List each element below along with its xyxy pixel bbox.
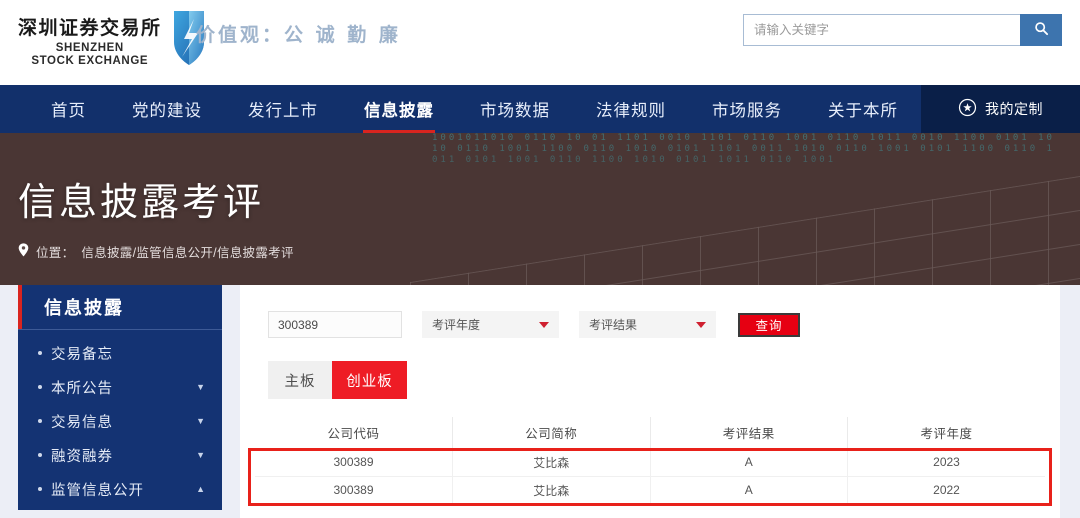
banner-content: 信息披露考评 位置： 信息披露/监管信息公开/信息披露考评	[18, 171, 294, 261]
table-body: 300389 艾比森 A 2023 300389 艾比森 A 2022	[255, 448, 1045, 505]
chevron-down-icon[interactable]: ▼	[196, 416, 206, 426]
chevron-down-icon	[539, 321, 549, 328]
location-pin-icon	[18, 243, 29, 260]
sidebar: 信息披露 交易备忘 本所公告 ▼ 交易信息 ▼ 融资融券 ▼ 监管信息公开 ▲	[18, 285, 222, 510]
my-customization-button[interactable]: 我的定制	[921, 85, 1080, 133]
column-header-company-code: 公司代码	[255, 417, 453, 449]
column-header-company-name: 公司简称	[452, 417, 651, 449]
nav-item-about-us[interactable]: 关于本所	[805, 85, 921, 133]
sidebar-item-trading-information[interactable]: 交易信息 ▼	[18, 404, 222, 438]
column-header-evaluation-year: 考评年度	[847, 417, 1045, 449]
nav-item-information-disclosure[interactable]: 信息披露	[341, 85, 457, 133]
results-table: 公司代码 公司简称 考评结果 考评年度 300389 艾比森 A 2023 30…	[255, 417, 1045, 505]
search-button[interactable]	[1020, 14, 1062, 46]
logo-title-en-line2: STOCK EXCHANGE	[31, 55, 149, 67]
table-row[interactable]: 300389 艾比森 A 2023	[255, 448, 1045, 477]
sidebar-item-list: 交易备忘 本所公告 ▼ 交易信息 ▼ 融资融券 ▼ 监管信息公开 ▲	[18, 330, 222, 510]
breadcrumb-path[interactable]: 信息披露/监管信息公开/信息披露考评	[81, 242, 293, 261]
main-navigation: 首页 党的建设 发行上市 信息披露 市场数据 法律规则 市场服务 关于本所 我的…	[0, 85, 1080, 133]
sidebar-item-label: 交易备忘	[51, 346, 113, 363]
brand-slogan: 价值观：公 诚 勤 廉	[196, 24, 401, 46]
cell-evaluation-year: 2023	[847, 448, 1045, 477]
sidebar-title: 信息披露	[18, 285, 222, 330]
breadcrumb-prefix: 位置：	[36, 246, 75, 260]
page-title: 信息披露考评	[18, 182, 265, 224]
nav-item-label: 党的建设	[132, 102, 202, 120]
nav-item-label: 市场数据	[480, 102, 550, 120]
bullet-icon	[38, 385, 42, 389]
nav-item-party-building[interactable]: 党的建设	[109, 85, 225, 133]
site-logo[interactable]: 深圳证券交易所 SHENZHEN STOCK EXCHANGE	[18, 11, 210, 68]
site-search[interactable]	[743, 14, 1062, 46]
logo-title-cn: 深圳证券交易所	[18, 18, 162, 39]
evaluation-result-select[interactable]: 考评结果	[579, 311, 716, 338]
sidebar-item-label: 交易信息	[51, 414, 113, 431]
table-header-row: 公司代码 公司简称 考评结果 考评年度	[255, 417, 1045, 449]
nav-item-market-services[interactable]: 市场服务	[689, 85, 805, 133]
nav-item-label: 首页	[51, 102, 86, 120]
column-header-evaluation-result: 考评结果	[650, 417, 848, 449]
cell-company-code: 300389	[255, 476, 453, 505]
page-body: 信息披露 交易备忘 本所公告 ▼ 交易信息 ▼ 融资融券 ▼ 监管信息公开 ▲ …	[0, 285, 1080, 518]
nav-item-home[interactable]: 首页	[28, 85, 109, 133]
chevron-down-icon[interactable]: ▼	[196, 450, 206, 460]
table-header: 公司代码 公司简称 考评结果 考评年度	[255, 417, 1045, 449]
search-icon	[1034, 21, 1049, 39]
nav-item-label: 发行上市	[248, 102, 318, 120]
nav-item-label: 市场服务	[712, 102, 782, 120]
cell-evaluation-year: 2022	[847, 476, 1045, 505]
sidebar-item-label: 融资融券	[51, 448, 113, 465]
breadcrumb: 位置： 信息披露/监管信息公开/信息披露考评	[18, 242, 294, 261]
cell-company-name: 艾比森	[452, 476, 651, 505]
filter-bar: 考评年度 考评结果 查询	[240, 285, 1060, 338]
nav-item-legal-rules[interactable]: 法律规则	[573, 85, 689, 133]
logo-text: 深圳证券交易所 SHENZHEN STOCK EXCHANGE	[18, 13, 162, 68]
nav-item-list: 首页 党的建设 发行上市 信息披露 市场数据 法律规则 市场服务 关于本所	[0, 85, 921, 133]
evaluation-result-select-label: 考评结果	[589, 318, 638, 332]
query-button[interactable]: 查询	[738, 312, 800, 337]
content-card: 考评年度 考评结果 查询 主板 创业板 公司代码 公司简称 考评结果 考	[240, 285, 1060, 518]
evaluation-year-select[interactable]: 考评年度	[422, 311, 559, 338]
tab-main-board[interactable]: 主板	[268, 361, 332, 399]
sidebar-item-trading-memo[interactable]: 交易备忘	[18, 336, 222, 370]
bullet-icon	[38, 419, 42, 423]
nav-item-label: 信息披露	[364, 102, 434, 120]
evaluation-year-select-label: 考评年度	[432, 318, 481, 332]
sidebar-item-label: 监管信息公开	[51, 482, 144, 499]
site-header: 深圳证券交易所 SHENZHEN STOCK EXCHANGE 价值观：公 诚 …	[0, 0, 1080, 85]
search-input[interactable]	[744, 15, 1020, 45]
logo-title-en-line1: SHENZHEN	[55, 42, 124, 54]
sidebar-item-label: 本所公告	[51, 380, 113, 397]
page-banner: 1001011010 0110 10 01 1101 0010 1101 011…	[0, 133, 1080, 285]
tab-chinext-board[interactable]: 创业板	[332, 361, 407, 399]
company-code-input[interactable]	[268, 311, 402, 338]
chevron-down-icon[interactable]: ▼	[196, 382, 206, 392]
cell-evaluation-result: A	[650, 476, 848, 505]
star-circle-icon	[958, 98, 977, 120]
table-row[interactable]: 300389 艾比森 A 2022	[255, 476, 1045, 505]
nav-item-issuance-listing[interactable]: 发行上市	[225, 85, 341, 133]
bullet-icon	[38, 351, 42, 355]
board-tabs: 主板 创业板	[268, 361, 1060, 399]
nav-item-label: 关于本所	[828, 102, 898, 120]
chevron-up-icon[interactable]: ▲	[196, 484, 206, 494]
nav-item-market-data[interactable]: 市场数据	[457, 85, 573, 133]
bullet-icon	[38, 453, 42, 457]
cell-evaluation-result: A	[650, 448, 848, 477]
cell-company-code: 300389	[255, 448, 453, 477]
nav-item-label: 法律规则	[596, 102, 666, 120]
bullet-icon	[38, 487, 42, 491]
sidebar-item-margin-trading[interactable]: 融资融券 ▼	[18, 438, 222, 472]
banner-binary-decoration: 1001011010 0110 10 01 1101 0010 1101 011…	[432, 133, 1055, 165]
results-table-wrapper: 公司代码 公司简称 考评结果 考评年度 300389 艾比森 A 2023 30…	[248, 417, 1052, 506]
chevron-down-icon	[696, 321, 706, 328]
my-customization-label: 我的定制	[985, 101, 1043, 117]
sidebar-item-exchange-announcements[interactable]: 本所公告 ▼	[18, 370, 222, 404]
cell-company-name: 艾比森	[452, 448, 651, 477]
sidebar-item-regulatory-disclosure[interactable]: 监管信息公开 ▲	[18, 472, 222, 506]
